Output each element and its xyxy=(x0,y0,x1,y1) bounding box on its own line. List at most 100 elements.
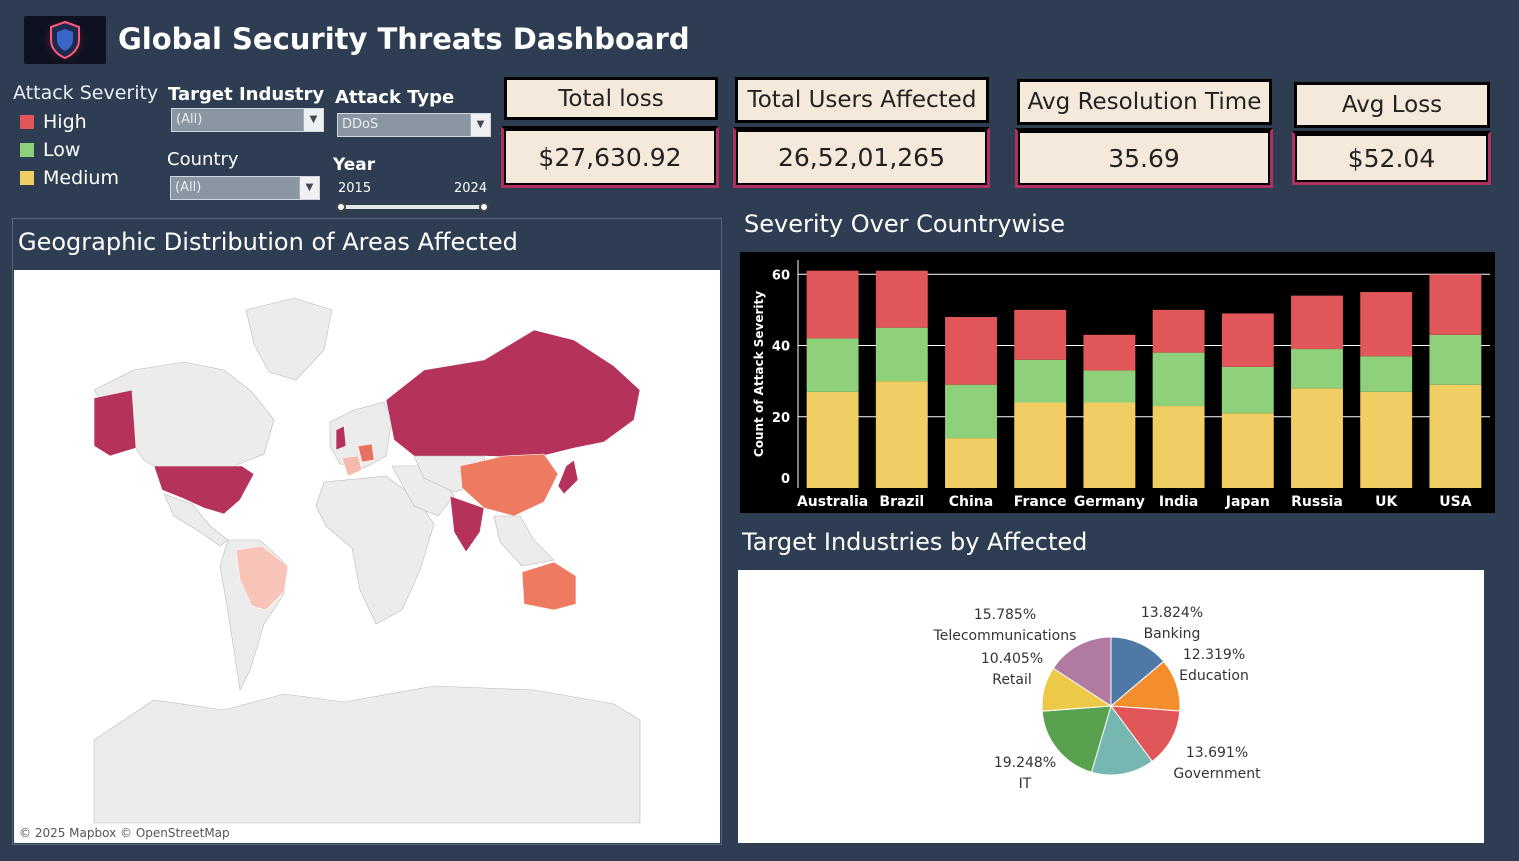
pie-label-name: Banking xyxy=(1144,626,1201,642)
legend-label: Medium xyxy=(43,167,119,189)
x-tick-label: USA xyxy=(1439,494,1471,510)
year-slider-handle-max[interactable] xyxy=(479,202,489,212)
bar-segment-medium[interactable] xyxy=(1083,402,1136,489)
y-tick-label: 20 xyxy=(772,411,790,426)
y-tick-label: 0 xyxy=(781,472,790,487)
bar-segment-low[interactable] xyxy=(1152,352,1205,407)
legend-swatch xyxy=(20,143,34,157)
legend-label: Low xyxy=(43,139,81,161)
kpi-avg-loss-label: Avg Loss xyxy=(1294,82,1490,128)
kpi-resolution-time-value: 35.69 xyxy=(1015,128,1273,188)
year-slider-handle-min[interactable] xyxy=(336,202,346,212)
bar-segment-medium[interactable] xyxy=(1014,402,1067,489)
chevron-down-icon[interactable]: ▼ xyxy=(303,109,323,131)
bar-segment-medium[interactable] xyxy=(945,438,997,488)
pie-label-pct: 15.785% xyxy=(974,607,1036,623)
bar-segment-high[interactable] xyxy=(1014,309,1067,360)
logo xyxy=(24,16,106,64)
legend-item-low[interactable]: Low xyxy=(20,139,80,161)
region-uk[interactable] xyxy=(335,425,347,451)
x-tick-label: Germany xyxy=(1074,494,1145,510)
bar-segment-medium[interactable] xyxy=(806,391,859,488)
region-alaska[interactable] xyxy=(93,389,137,457)
select-value: DDoS xyxy=(342,117,379,132)
bar-segment-medium[interactable] xyxy=(875,381,928,488)
legend-swatch xyxy=(20,171,34,185)
y-axis-label: Count of Attack Severity xyxy=(752,291,766,457)
pie-label-name: Education xyxy=(1179,668,1249,684)
bar-segment-high[interactable] xyxy=(1083,334,1136,371)
legend-item-medium[interactable]: Medium xyxy=(20,167,119,189)
bar-segment-high[interactable] xyxy=(1429,274,1482,335)
x-tick-label: China xyxy=(949,494,993,510)
bar-segment-low[interactable] xyxy=(1291,349,1343,389)
bar-segment-medium[interactable] xyxy=(1152,406,1205,488)
y-tick-label: 60 xyxy=(772,268,790,283)
kpi-resolution-time-label: Avg Resolution Time xyxy=(1017,79,1272,125)
world-map[interactable] xyxy=(14,270,720,843)
shield-icon xyxy=(24,16,106,64)
bar-segment-high[interactable] xyxy=(1152,309,1205,353)
bar-segment-low[interactable] xyxy=(1360,356,1413,392)
pie-chart-title: Target Industries by Affected xyxy=(742,528,1088,556)
year-label: Year xyxy=(333,155,376,175)
year-min: 2015 xyxy=(338,181,372,196)
x-tick-label: Brazil xyxy=(879,494,924,510)
pie-label-name: Retail xyxy=(992,672,1032,688)
chevron-down-icon[interactable]: ▼ xyxy=(470,114,490,136)
page-title: Global Security Threats Dashboard xyxy=(118,22,690,56)
pie-label-name: IT xyxy=(1019,776,1032,792)
bar-segment-high[interactable] xyxy=(1291,295,1343,350)
bar-segment-medium[interactable] xyxy=(1221,413,1274,488)
bar-segment-medium[interactable] xyxy=(1360,391,1413,488)
y-tick-label: 40 xyxy=(772,340,790,355)
bar-chart-title: Severity Over Countrywise xyxy=(744,210,1066,238)
target-industry-select[interactable]: (All) ▼ xyxy=(171,108,324,132)
kpi-total-loss-value: $27,630.92 xyxy=(501,126,719,188)
bar-segment-high[interactable] xyxy=(875,270,928,328)
country-select[interactable]: (All) ▼ xyxy=(170,176,320,200)
bar-segment-low[interactable] xyxy=(806,338,859,392)
map-credit: © 2025 Mapbox © OpenStreetMap xyxy=(19,826,230,840)
pie-label-name: Telecommunications xyxy=(933,628,1077,644)
bar-segment-low[interactable] xyxy=(945,384,997,439)
bar-segment-low[interactable] xyxy=(875,327,928,382)
bar-chart-svg: 0 20 40 60 Count of Attack Severity Australia… xyxy=(752,260,1490,510)
pie-label-pct: 13.691% xyxy=(1186,745,1248,761)
bar-segment-low[interactable] xyxy=(1221,366,1274,414)
bar-segment-low[interactable] xyxy=(1429,334,1482,385)
legend-swatch xyxy=(20,115,34,129)
bar-segment-low[interactable] xyxy=(1014,359,1067,403)
attack-type-select[interactable]: DDoS ▼ xyxy=(337,113,491,137)
x-tick-label: Russia xyxy=(1291,494,1343,510)
x-tick-label: Japan xyxy=(1225,494,1270,510)
bar-segment-low[interactable] xyxy=(1083,370,1136,403)
pie-chart-svg: 13.824% Banking 12.319% Education 13.691% Gov… xyxy=(933,605,1262,792)
select-value: (All) xyxy=(175,180,202,195)
x-tick-label: India xyxy=(1159,494,1198,510)
bar-segment-high[interactable] xyxy=(806,270,859,339)
target-industry-label: Target Industry xyxy=(168,84,325,105)
pie-label-name: Government xyxy=(1173,766,1261,782)
year-slider-track[interactable] xyxy=(340,205,485,209)
kpi-users-affected-value: 26,52,01,265 xyxy=(733,127,990,188)
bar-segment-high[interactable] xyxy=(945,317,997,385)
kpi-avg-loss-value: $52.04 xyxy=(1292,131,1491,185)
kpi-users-affected-label: Total Users Affected xyxy=(735,77,989,123)
world-map-svg[interactable] xyxy=(14,270,720,843)
year-max: 2024 xyxy=(454,181,488,196)
pie-label-pct: 13.824% xyxy=(1141,605,1203,621)
pie-chart: 13.824% Banking 12.319% Education 13.691% Gov… xyxy=(738,570,1484,843)
region-antarctica[interactable] xyxy=(93,685,641,824)
pie-label-pct: 10.405% xyxy=(981,651,1043,667)
select-value: (All) xyxy=(176,112,203,127)
country-label: Country xyxy=(167,149,239,170)
bar-segment-medium[interactable] xyxy=(1429,384,1482,488)
bar-segment-high[interactable] xyxy=(1360,292,1413,357)
kpi-total-loss-label: Total loss xyxy=(504,77,718,120)
legend-item-high[interactable]: High xyxy=(20,111,87,133)
x-tick-label: France xyxy=(1014,494,1067,510)
bar-segment-high[interactable] xyxy=(1221,313,1274,367)
chevron-down-icon[interactable]: ▼ xyxy=(299,177,319,199)
bar-segment-medium[interactable] xyxy=(1291,388,1343,488)
